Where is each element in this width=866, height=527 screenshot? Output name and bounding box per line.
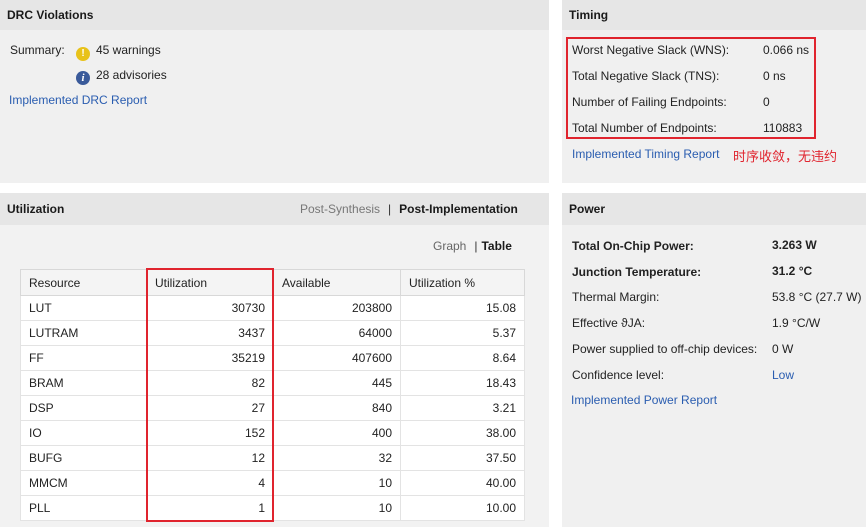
power-thermal-margin-value: 53.8 °C (27.7 W) <box>772 290 862 304</box>
column-header-utilization[interactable]: Utilization <box>146 269 274 296</box>
utilization-percent-cell: 15.08 <box>400 295 525 321</box>
utilization-stage-tabs: Post-Synthesis | Post-Implementation <box>300 202 518 216</box>
utilization-cell: 4 <box>146 470 274 496</box>
timing-failing-endpoints-value: 0 <box>763 95 770 109</box>
timing-wns-label: Worst Negative Slack (WNS): <box>572 43 730 57</box>
utilization-percent-cell: 40.00 <box>400 470 525 496</box>
resource-cell: IO <box>20 420 147 446</box>
tab-separator: | <box>388 202 392 216</box>
resource-cell: LUTRAM <box>20 320 147 346</box>
timing-tns-value: 0 ns <box>763 69 786 83</box>
power-confidence-level-link[interactable]: Low <box>772 368 794 382</box>
implemented-timing-report-link[interactable]: Implemented Timing Report <box>572 147 719 161</box>
resource-cell: BRAM <box>20 370 147 396</box>
available-cell: 10 <box>273 495 401 521</box>
timing-panel: Timing Worst Negative Slack (WNS): 0.066… <box>562 0 866 183</box>
power-total-on-chip-value: 3.263 W <box>772 238 817 252</box>
column-header-available[interactable]: Available <box>273 269 401 296</box>
power-panel-title: Power <box>562 193 866 225</box>
view-graph-toggle[interactable]: Graph <box>433 239 466 253</box>
implemented-drc-report-link[interactable]: Implemented DRC Report <box>9 93 147 107</box>
power-thermal-margin-label: Thermal Margin: <box>572 290 660 304</box>
column-header-utilization-percent[interactable]: Utilization % <box>400 269 525 296</box>
available-cell: 445 <box>273 370 401 396</box>
table-row: DSP 27 840 3.21 <box>20 395 525 421</box>
power-total-on-chip-label: Total On-Chip Power: <box>572 239 694 253</box>
warning-icon: ! <box>76 47 90 61</box>
power-effective-theta-ja-value: 1.9 °C/W <box>772 316 821 330</box>
drc-warnings-row: ! 45 warnings <box>76 43 161 61</box>
power-panel: Power Total On-Chip Power: 3.263 W Junct… <box>562 193 866 527</box>
view-separator: | <box>474 239 478 253</box>
table-row: LUTRAM 3437 64000 5.37 <box>20 320 525 346</box>
info-icon: i <box>76 71 90 85</box>
utilization-percent-cell: 38.00 <box>400 420 525 446</box>
timing-annotation: 时序收敛，无违约 <box>733 150 838 165</box>
power-confidence-level-label: Confidence level: <box>572 368 665 382</box>
available-cell: 64000 <box>273 320 401 346</box>
tab-post-synthesis[interactable]: Post-Synthesis <box>300 202 380 216</box>
utilization-percent-cell: 5.37 <box>400 320 525 346</box>
utilization-view-toggle: Graph | Table <box>433 239 512 253</box>
timing-tns-label: Total Negative Slack (TNS): <box>572 69 720 83</box>
table-row: FF 35219 407600 8.64 <box>20 345 525 371</box>
utilization-percent-cell: 10.00 <box>400 495 525 521</box>
timing-panel-title: Timing <box>562 0 866 30</box>
timing-total-endpoints-value: 110883 <box>763 121 803 135</box>
timing-wns-value: 0.066 ns <box>763 43 810 57</box>
power-off-chip-label: Power supplied to off-chip devices: <box>572 342 758 356</box>
table-row: PLL 1 10 10.00 <box>20 495 525 521</box>
utilization-cell: 1 <box>146 495 274 521</box>
available-cell: 840 <box>273 395 401 421</box>
power-effective-theta-ja-label: Effective ϑJA: <box>572 316 646 330</box>
table-row: BUFG 12 32 37.50 <box>20 445 525 471</box>
utilization-table: Resource Utilization Available Utilizati… <box>20 269 525 521</box>
available-cell: 203800 <box>273 295 401 321</box>
available-cell: 32 <box>273 445 401 471</box>
column-header-resource[interactable]: Resource <box>20 269 147 296</box>
power-off-chip-value: 0 W <box>772 342 794 356</box>
table-row: LUT 30730 203800 15.08 <box>20 295 525 321</box>
timing-failing-endpoints-label: Number of Failing Endpoints: <box>572 95 727 109</box>
resource-cell: PLL <box>20 495 147 521</box>
drc-violations-panel: DRC Violations Summary: ! 45 warnings i 28… <box>0 0 549 183</box>
drc-summary-label: Summary: <box>10 43 65 57</box>
table-row: MMCM 4 10 40.00 <box>20 470 525 496</box>
utilization-percent-cell: 37.50 <box>400 445 525 471</box>
utilization-title-text: Utilization <box>7 202 65 216</box>
resource-cell: DSP <box>20 395 147 421</box>
drc-advisories-count: 28 advisories <box>96 68 167 82</box>
utilization-cell: 82 <box>146 370 274 396</box>
table-row: BRAM 82 445 18.43 <box>20 370 525 396</box>
resource-cell: MMCM <box>20 470 147 496</box>
utilization-header-row: Resource Utilization Available Utilizati… <box>20 269 525 296</box>
view-table-toggle[interactable]: Table <box>481 239 511 253</box>
timing-total-endpoints-label: Total Number of Endpoints: <box>572 121 717 135</box>
resource-cell: FF <box>20 345 147 371</box>
tab-post-implementation[interactable]: Post-Implementation <box>399 202 518 216</box>
available-cell: 400 <box>273 420 401 446</box>
drc-panel-title: DRC Violations <box>0 0 549 30</box>
implemented-power-report-link[interactable]: Implemented Power Report <box>571 393 717 407</box>
resource-cell: BUFG <box>20 445 147 471</box>
available-cell: 10 <box>273 470 401 496</box>
utilization-percent-cell: 3.21 <box>400 395 525 421</box>
utilization-cell: 30730 <box>146 295 274 321</box>
drc-warnings-count: 45 warnings <box>96 43 161 57</box>
utilization-cell: 35219 <box>146 345 274 371</box>
utilization-cell: 3437 <box>146 320 274 346</box>
utilization-cell: 152 <box>146 420 274 446</box>
utilization-percent-cell: 8.64 <box>400 345 525 371</box>
utilization-percent-cell: 18.43 <box>400 370 525 396</box>
drc-advisories-row: i 28 advisories <box>76 68 167 85</box>
available-cell: 407600 <box>273 345 401 371</box>
utilization-cell: 12 <box>146 445 274 471</box>
power-junction-temperature-label: Junction Temperature: <box>572 265 702 279</box>
power-junction-temperature-value: 31.2 °C <box>772 264 813 278</box>
utilization-cell: 27 <box>146 395 274 421</box>
resource-cell: LUT <box>20 295 147 321</box>
table-row: IO 152 400 38.00 <box>20 420 525 446</box>
